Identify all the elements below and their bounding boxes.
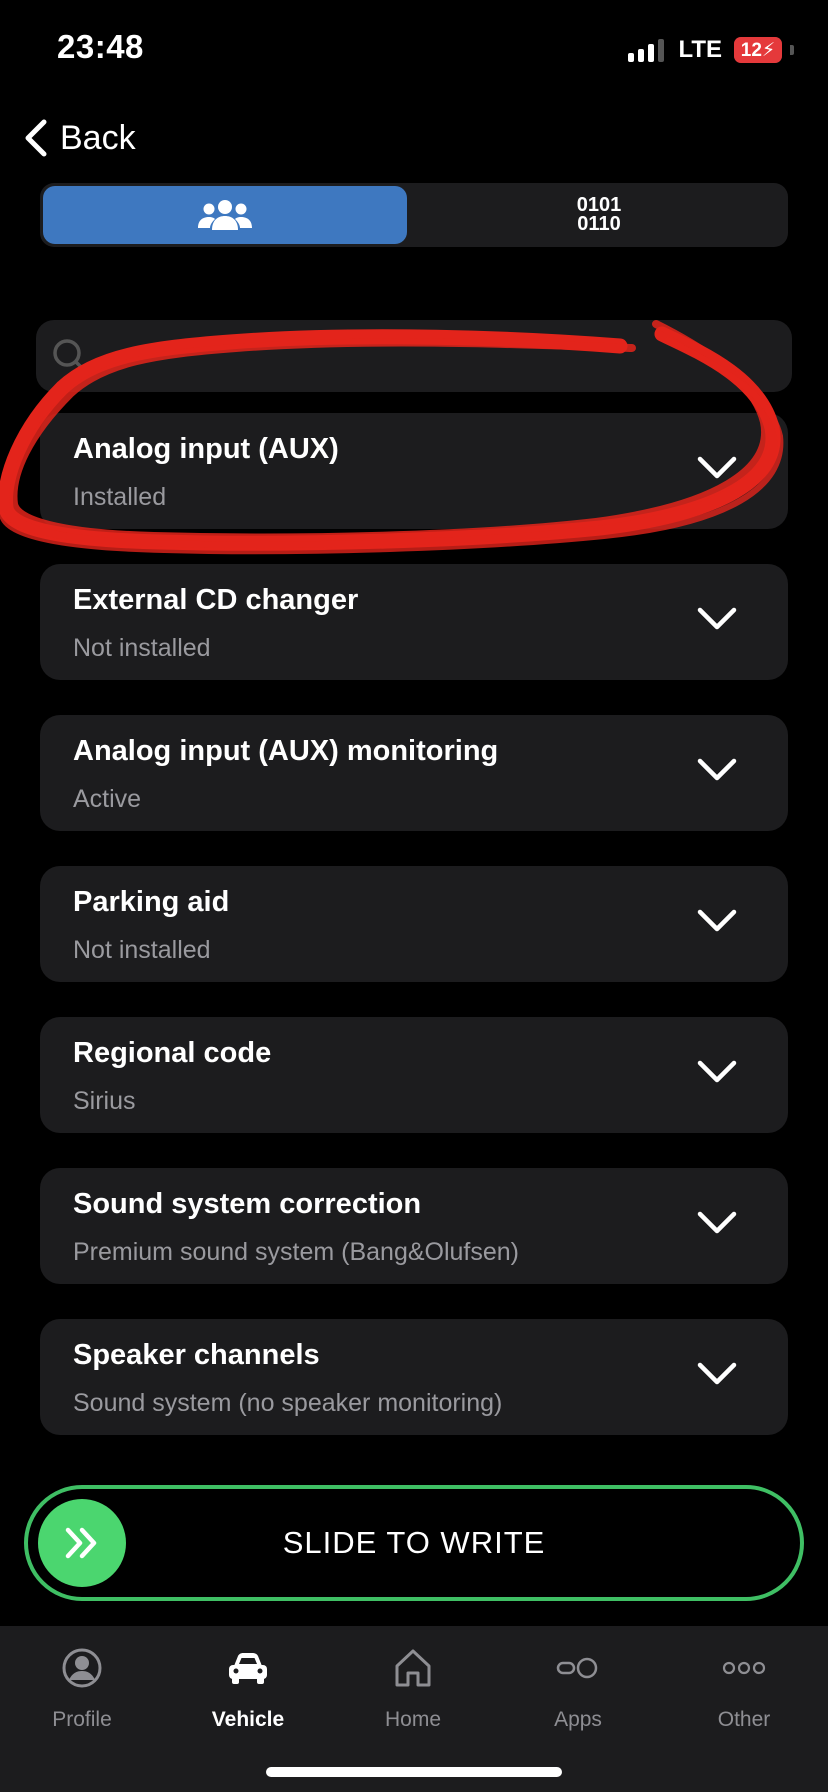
- battery-nub: [790, 45, 794, 55]
- chevron-down-icon: [697, 1362, 737, 1385]
- home-icon: [395, 1649, 431, 1687]
- segment-coding-mode[interactable]: 0101 0110: [414, 186, 784, 244]
- chevron-down-icon: [697, 758, 737, 781]
- option-value: Active: [73, 785, 142, 813]
- option-value: Installed: [73, 483, 167, 511]
- segment-user-mode[interactable]: [43, 186, 407, 244]
- option-value: Not installed: [73, 634, 211, 662]
- double-chevron-right-icon: [65, 1527, 97, 1559]
- battery-level: 12: [740, 39, 762, 61]
- status-time: 23:48: [57, 28, 144, 65]
- tab-label: Vehicle: [211, 1708, 285, 1731]
- option-value: Sound system (no speaker monitoring): [73, 1389, 503, 1417]
- binary-icon-bottom: 0110: [577, 213, 621, 235]
- tab-label: Profile: [52, 1708, 112, 1731]
- tab-profile[interactable]: Profile: [12, 1646, 152, 1732]
- slide-to-write-control: SLIDE TO WRITE: [24, 1485, 804, 1601]
- chevron-down-icon: [697, 607, 737, 630]
- option-card[interactable]: Regional code Sirius: [40, 1017, 788, 1133]
- battery-icon: 12⚡: [734, 37, 782, 63]
- tab-apps[interactable]: Apps: [508, 1646, 648, 1732]
- option-title: External CD changer: [73, 584, 359, 616]
- tab-other[interactable]: Other: [674, 1646, 814, 1732]
- chevron-left-icon: [25, 119, 47, 157]
- chevron-down-icon: [697, 1211, 737, 1234]
- slide-handle[interactable]: [38, 1499, 126, 1587]
- back-label: Back: [60, 118, 136, 157]
- people-icon: [198, 200, 252, 230]
- profile-icon: [62, 1648, 102, 1688]
- network-type: LTE: [678, 36, 722, 63]
- option-card[interactable]: Analog input (AUX) Installed: [40, 413, 788, 529]
- slide-label: SLIDE TO WRITE: [282, 1525, 546, 1560]
- car-icon: [229, 1653, 267, 1684]
- tab-vehicle[interactable]: Vehicle: [178, 1646, 318, 1732]
- back-button[interactable]: Back: [22, 118, 136, 158]
- option-value: Premium sound system (Bang&Olufsen): [73, 1238, 520, 1266]
- option-value: Sirius: [73, 1087, 136, 1115]
- tab-label: Apps: [554, 1708, 602, 1731]
- mode-segmented-control: 0101 0110: [40, 183, 788, 247]
- option-card[interactable]: Parking aid Not installed: [40, 866, 788, 982]
- chevron-down-icon: [697, 456, 737, 479]
- option-title: Analog input (AUX) monitoring: [73, 735, 499, 767]
- option-title: Regional code: [73, 1037, 272, 1069]
- tab-label: Other: [717, 1708, 771, 1731]
- tab-label: Home: [384, 1708, 442, 1731]
- search-input[interactable]: [100, 339, 754, 373]
- search-icon: [53, 339, 87, 373]
- option-title: Analog input (AUX): [73, 433, 339, 465]
- search-bar: [36, 320, 792, 392]
- option-card[interactable]: External CD changer Not installed: [40, 564, 788, 680]
- option-title: Sound system correction: [73, 1188, 422, 1220]
- chevron-down-icon: [697, 1060, 737, 1083]
- option-card[interactable]: Speaker channels Sound system (no speake…: [40, 1319, 788, 1435]
- option-card[interactable]: Sound system correction Premium sound sy…: [40, 1168, 788, 1284]
- option-value: Not installed: [73, 936, 211, 964]
- chevron-down-icon: [697, 909, 737, 932]
- option-card[interactable]: Analog input (AUX) monitoring Active: [40, 715, 788, 831]
- more-icon: [722, 1661, 766, 1675]
- tab-home[interactable]: Home: [343, 1646, 483, 1732]
- option-title: Speaker channels: [73, 1339, 320, 1371]
- signal-icon: [628, 38, 665, 62]
- status-icons: LTE 12⚡: [628, 34, 794, 66]
- option-title: Parking aid: [73, 886, 230, 918]
- home-indicator: [266, 1767, 562, 1777]
- apps-icon: [556, 1657, 598, 1679]
